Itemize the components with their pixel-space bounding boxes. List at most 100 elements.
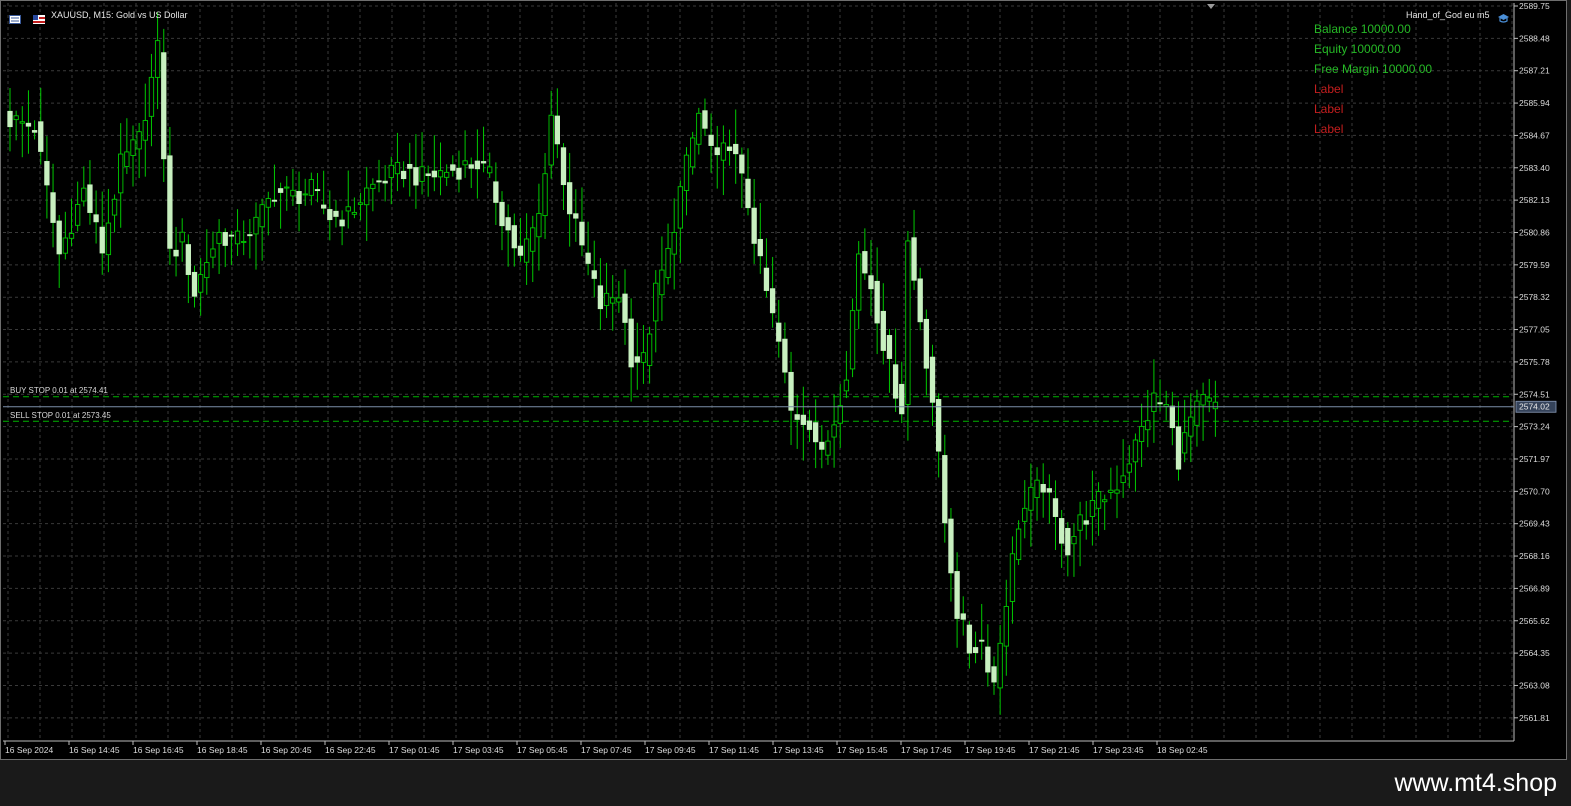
price-tick-label: 2583.40 <box>1519 163 1550 173</box>
candle-body <box>118 153 124 194</box>
candle-body <box>517 245 524 256</box>
expert-hat-icon[interactable] <box>1497 10 1510 23</box>
candle-body <box>640 352 647 363</box>
time-tick-label: 17 Sep 19:45 <box>965 745 1016 755</box>
candle-body <box>364 187 370 206</box>
candle-body <box>271 199 278 202</box>
candle-body <box>616 297 622 303</box>
price-tick-label: 2578.32 <box>1519 292 1550 302</box>
candle-body <box>646 333 653 366</box>
candle-body <box>357 202 364 205</box>
candle-body <box>708 134 714 146</box>
candle-body <box>1194 400 1200 426</box>
candle-body <box>74 204 81 226</box>
candle-body <box>1181 432 1188 454</box>
status-label: Label <box>1314 122 1344 136</box>
candle-body <box>825 440 831 456</box>
expert-name: Hand_of_God eu m5 <box>1406 10 1490 20</box>
candle-body <box>197 274 204 293</box>
price-tick-label: 2575.78 <box>1519 357 1550 367</box>
price-tick-label: 2574.51 <box>1519 389 1550 399</box>
candle-body <box>1114 489 1120 494</box>
candle-body <box>1108 489 1114 493</box>
candle-body <box>880 310 886 351</box>
chart-title: XAUUSD, M15: Gold vs US Dollar <box>51 10 188 20</box>
chart-window-icon[interactable] <box>9 11 21 24</box>
time-tick-label: 17 Sep 21:45 <box>1029 745 1080 755</box>
candle-body <box>302 193 308 196</box>
candle-body <box>19 121 25 124</box>
candle-body <box>671 232 677 255</box>
price-tick-label: 2563.08 <box>1519 680 1550 690</box>
candle-body <box>124 151 130 167</box>
candle-body <box>1077 514 1083 531</box>
candle-body <box>776 322 782 342</box>
candle-body <box>1046 488 1053 493</box>
buy-stop-order-label[interactable]: BUY STOP 0.01 at 2574.41 <box>10 386 108 395</box>
candle-body <box>474 160 481 170</box>
scroll-marker[interactable] <box>1207 4 1215 9</box>
candle-body <box>813 422 819 443</box>
candle-body <box>437 170 444 178</box>
time-tick-label: 16 Sep 16:45 <box>133 745 184 755</box>
candle-body <box>1132 439 1139 463</box>
candle-body <box>382 180 388 184</box>
time-tick-label: 17 Sep 17:45 <box>901 745 952 755</box>
candle-body <box>751 207 757 244</box>
candle-body <box>948 518 954 574</box>
candle-body <box>130 139 136 156</box>
candles <box>7 12 1219 715</box>
chart-window[interactable]: 2589.75 2588.48 2587.21 2585.94 2584.67 2583.… <box>0 0 1567 760</box>
candle-body <box>530 227 536 252</box>
candle-body <box>277 188 284 193</box>
candle-body <box>628 318 634 368</box>
candle-body <box>327 209 333 221</box>
candle-body <box>610 297 616 304</box>
candle-body <box>308 179 314 196</box>
candle-body <box>400 170 407 180</box>
time-tick-label: 17 Sep 03:45 <box>453 745 504 755</box>
candle-body <box>911 237 917 281</box>
balance-label: Balance 10000.00 <box>1314 22 1411 36</box>
candle-body <box>38 121 44 152</box>
candle-body <box>68 233 75 239</box>
price-tick-label: 2570.70 <box>1519 486 1550 496</box>
candle-body <box>899 383 905 415</box>
candle-body <box>1028 486 1034 511</box>
candle-body <box>431 170 437 178</box>
price-tick-label: 2579.59 <box>1519 260 1550 270</box>
candle-body <box>234 230 241 245</box>
candle-body <box>683 154 690 191</box>
candle-body <box>769 288 776 314</box>
candle-body <box>560 147 567 186</box>
candle-body <box>425 173 431 176</box>
status-label: Label <box>1314 82 1344 96</box>
candle-body <box>659 269 665 296</box>
candle-body <box>204 262 210 279</box>
candle-body <box>1102 499 1108 503</box>
candle-body <box>806 420 813 430</box>
candle-body <box>487 166 493 174</box>
candle-body <box>241 241 247 243</box>
candle-body <box>394 161 401 175</box>
candle-body <box>1200 394 1206 406</box>
candle-body <box>1206 397 1212 402</box>
candle-body <box>677 186 684 229</box>
watermark: www.mt4.shop <box>1394 769 1557 797</box>
candle-body <box>720 142 727 161</box>
sell-stop-order-label[interactable]: SELL STOP 0.01 at 2573.45 <box>10 411 111 420</box>
candle-body <box>173 249 179 257</box>
candle-body <box>136 131 142 150</box>
candle-body <box>794 414 800 420</box>
candle-body <box>253 216 259 235</box>
candle-body <box>290 189 296 197</box>
time-tick-label: 18 Sep 02:45 <box>1157 745 1208 755</box>
candle-body <box>167 155 173 249</box>
candle-body <box>985 646 991 673</box>
candle-body <box>419 166 425 182</box>
candle-body <box>763 267 770 291</box>
candle-body <box>800 414 807 425</box>
time-tick-label: 16 Sep 20:45 <box>261 745 312 755</box>
order-lines <box>3 396 1513 422</box>
candle-body <box>81 187 87 202</box>
